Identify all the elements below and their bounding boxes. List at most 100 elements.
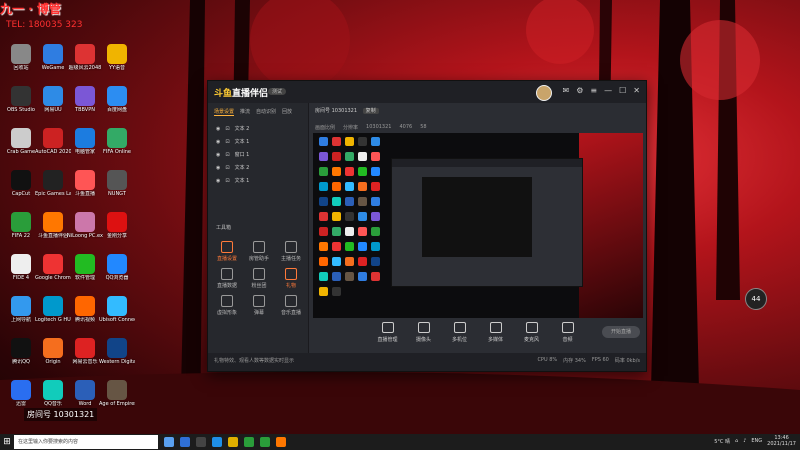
- tool-item[interactable]: 虚拟形象: [212, 295, 242, 316]
- preview-canvas[interactable]: [313, 133, 643, 318]
- taskbar-app-icon[interactable]: [212, 437, 222, 447]
- taskbar-app-icon[interactable]: [276, 437, 286, 447]
- preview-bar-item[interactable]: 4076: [399, 124, 412, 130]
- mail-icon[interactable]: ✉: [563, 86, 570, 95]
- lock-icon[interactable]: ⊡: [225, 139, 229, 145]
- tool-item[interactable]: 粉丝团: [244, 268, 274, 289]
- desktop-icon[interactable]: 超级风云2048: [67, 44, 103, 71]
- desktop-icon[interactable]: Ubisoft Connect: [99, 296, 135, 323]
- tool-item[interactable]: 房管助手: [244, 241, 274, 262]
- eye-icon[interactable]: ◉: [216, 152, 220, 158]
- speed-badge[interactable]: 44: [745, 288, 767, 310]
- scene-item[interactable]: ◉ ⊡ 窗口 1: [208, 148, 308, 161]
- desktop-icon[interactable]: 腾讯QQ: [3, 338, 39, 365]
- title-bar[interactable]: 斗鱼直播伴侣 测试 ✉ ⚙ ≡ — ☐ ✕: [208, 81, 646, 103]
- clock[interactable]: 13:46 2021/11/17: [767, 435, 796, 447]
- desktop-icon[interactable]: 上网导航: [3, 296, 39, 323]
- tab-1[interactable]: 推流: [240, 108, 250, 116]
- taskbar-app-icon[interactable]: [196, 437, 206, 447]
- copy-room-button[interactable]: 复制: [362, 108, 379, 114]
- tab-0[interactable]: 场景设置: [214, 108, 235, 116]
- desktop-icon[interactable]: FIFA Online: [99, 128, 135, 155]
- menu-icon[interactable]: ≡: [590, 86, 597, 95]
- desktop-icon[interactable]: Word: [67, 380, 103, 407]
- tool-item[interactable]: 主播任务: [276, 241, 306, 262]
- eye-icon[interactable]: ◉: [216, 139, 220, 145]
- language-indicator[interactable]: ENG: [751, 438, 762, 444]
- tool-item[interactable]: 音乐直播: [276, 295, 306, 316]
- tool-item[interactable]: 弹幕: [244, 295, 274, 316]
- desktop-icon[interactable]: Logitech G HUB: [35, 296, 71, 323]
- app-icon: [75, 170, 95, 190]
- windows-start-icon[interactable]: ⊞: [0, 434, 14, 450]
- start-live-button[interactable]: 开始直播: [602, 326, 640, 338]
- maximize-icon[interactable]: ☐: [619, 86, 626, 95]
- scene-item[interactable]: ◉ ⊡ 文本 2: [208, 122, 308, 135]
- taskbar-app-icon[interactable]: [228, 437, 238, 447]
- taskbar-app-icon[interactable]: [260, 437, 270, 447]
- avatar[interactable]: [536, 85, 552, 101]
- desktop-icon[interactable]: 网易云音乐: [67, 338, 103, 365]
- desktop-icon[interactable]: NUNGT: [99, 170, 135, 197]
- desktop-icon[interactable]: Google Chrome: [35, 254, 71, 281]
- tab-2[interactable]: 自动识别: [256, 108, 276, 116]
- desktop-icon[interactable]: AutoCAD 2020: [35, 128, 71, 155]
- preview-bar-item[interactable]: 58: [420, 124, 426, 130]
- desktop-icon[interactable]: 腾讯视频: [67, 296, 103, 323]
- tool-item[interactable]: 直播设置: [212, 241, 242, 262]
- desktop-icon[interactable]: FIDE 4: [3, 254, 39, 281]
- desktop-icon[interactable]: 回收站: [3, 44, 39, 71]
- desktop-icon[interactable]: OBS Studio: [3, 86, 39, 113]
- network-icon[interactable]: ⌂: [735, 438, 738, 444]
- desktop-icon[interactable]: 金刚分享: [99, 212, 135, 239]
- gear-icon[interactable]: ⚙: [576, 86, 583, 95]
- taskbar-app-icon[interactable]: [164, 437, 174, 447]
- tab-3[interactable]: 回放: [282, 108, 292, 116]
- desktop-icon[interactable]: QQ浏览器: [99, 254, 135, 281]
- desktop-icon[interactable]: Age of Empires IV: [99, 380, 135, 407]
- scene-item[interactable]: ◉ ⊡ 文本 2: [208, 161, 308, 174]
- desktop-icon[interactable]: 网易UU: [35, 86, 71, 113]
- desktop-icon[interactable]: 斗鱼直播: [67, 170, 103, 197]
- scene-item[interactable]: ◉ ⊡ 文本 1: [208, 135, 308, 148]
- volume-icon[interactable]: ♪: [743, 438, 746, 444]
- desktop-icon[interactable]: YY语音: [99, 44, 135, 71]
- eye-icon[interactable]: ◉: [216, 165, 220, 171]
- version-pill[interactable]: 测试: [268, 88, 287, 95]
- desktop-icon-label: Age of Empires IV: [99, 401, 135, 407]
- desktop-icon[interactable]: CapCut: [3, 170, 39, 197]
- weather-text[interactable]: 5°C 晴: [714, 438, 730, 445]
- desktop-icon[interactable]: QQ音乐: [35, 380, 71, 407]
- eye-icon[interactable]: ◉: [216, 126, 220, 132]
- preview-bar-item[interactable]: 分辨率: [343, 124, 358, 131]
- desktop-icon-label: QQ音乐: [44, 401, 62, 407]
- eye-icon[interactable]: ◉: [216, 178, 220, 184]
- taskbar-search-input[interactable]: 在这里输入你要搜索的内容: [14, 435, 158, 449]
- desktop-icon[interactable]: Western Digital: [99, 338, 135, 365]
- taskbar-app-icon[interactable]: [244, 437, 254, 447]
- desktop-icon[interactable]: Crab Game: [3, 128, 39, 155]
- desktop-icon[interactable]: 迅雷: [3, 380, 39, 407]
- desktop-icon[interactable]: 斗鱼直播伴侣: [35, 212, 71, 239]
- desktop-icon[interactable]: NiLoong PC.exe: [67, 212, 103, 239]
- lock-icon[interactable]: ⊡: [225, 165, 229, 171]
- desktop-icon[interactable]: Origin: [35, 338, 71, 365]
- scene-item[interactable]: ◉ ⊡ 文本 1: [208, 174, 308, 187]
- close-icon[interactable]: ✕: [633, 86, 640, 95]
- tool-item[interactable]: 礼物: [276, 268, 306, 289]
- lock-icon[interactable]: ⊡: [225, 178, 229, 184]
- desktop-icon[interactable]: WeGame: [35, 44, 71, 71]
- taskbar-app-icon[interactable]: [180, 437, 190, 447]
- preview-bar-item[interactable]: 画面比例: [315, 124, 335, 131]
- desktop-icon[interactable]: 软件管理: [67, 254, 103, 281]
- desktop-icon[interactable]: FIFA 22: [3, 212, 39, 239]
- tool-item[interactable]: 直播数据: [212, 268, 242, 289]
- desktop-icon[interactable]: 百度网盘: [99, 86, 135, 113]
- desktop-icon[interactable]: TBBVPN: [67, 86, 103, 113]
- minimize-icon[interactable]: —: [604, 86, 612, 95]
- desktop-icon[interactable]: Epic Games Launcher: [35, 170, 71, 197]
- preview-bar-item[interactable]: 10301321: [366, 124, 391, 130]
- lock-icon[interactable]: ⊡: [225, 126, 229, 132]
- desktop-icon[interactable]: 电脑管家: [67, 128, 103, 155]
- lock-icon[interactable]: ⊡: [225, 152, 229, 158]
